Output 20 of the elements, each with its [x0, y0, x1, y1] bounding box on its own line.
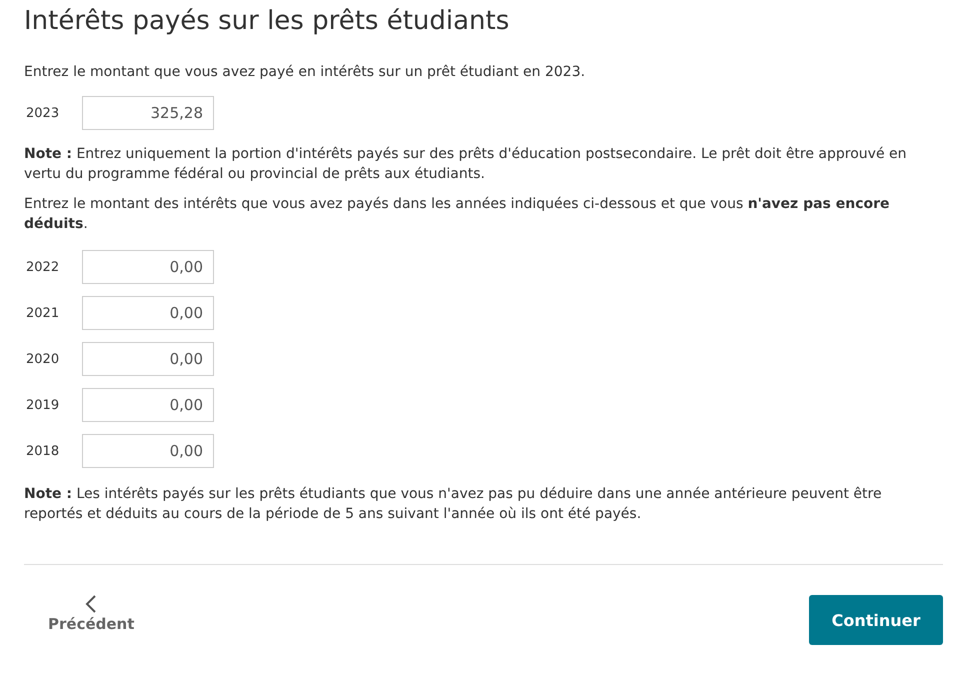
intro-text: Entrez le montant que vous avez payé en intérêts sur un prêt étudiant en 2023. [24, 63, 586, 82]
instruction-text: Entrez le montant des intérêts que vous avez payés dans les années indiquées ci-dessous et que vous n'avez pas encore déduits. [24, 195, 891, 234]
amount-field[interactable]: 0,00 [82, 388, 214, 422]
amount-field[interactable]: 0,00 [82, 296, 214, 330]
amount-field[interactable]: 0,00 [82, 342, 214, 376]
amount-field[interactable]: 325,28 [82, 96, 214, 130]
amount-field[interactable]: 0,00 [82, 250, 214, 284]
amount-field[interactable]: 0,00 [82, 434, 214, 468]
chevron-left-icon [85, 595, 98, 613]
note-text: Note : Entrez uniquement la portion d'intérêts payés sur des prêts d'éducation postsecondaire. Le prêt doit être approuvé en vertu du programme fédéral ou provincial de prêts aux étudiants. [24, 145, 908, 184]
year-label: 2019 [25, 398, 60, 412]
note-text: Note : Les intérêts payés sur les prêts étudiants que vous n'avez pas pu déduire dans une année antérieure peuvent être reportés et déduits au cours de la période de 5 ans suivant l'année où ils ont été payés. [24, 485, 883, 524]
year-label: 2020 [25, 352, 60, 366]
year-label: 2022 [25, 260, 60, 274]
year-label: 2018 [25, 444, 60, 458]
continue-button[interactable]: Continuer [809, 595, 943, 645]
page-title: Intérêts payés sur les prêts étudiants [24, 6, 510, 36]
previous-button[interactable]: Précédent [24, 595, 134, 633]
year-label: 2023 [25, 106, 60, 120]
year-label: 2021 [25, 306, 60, 320]
